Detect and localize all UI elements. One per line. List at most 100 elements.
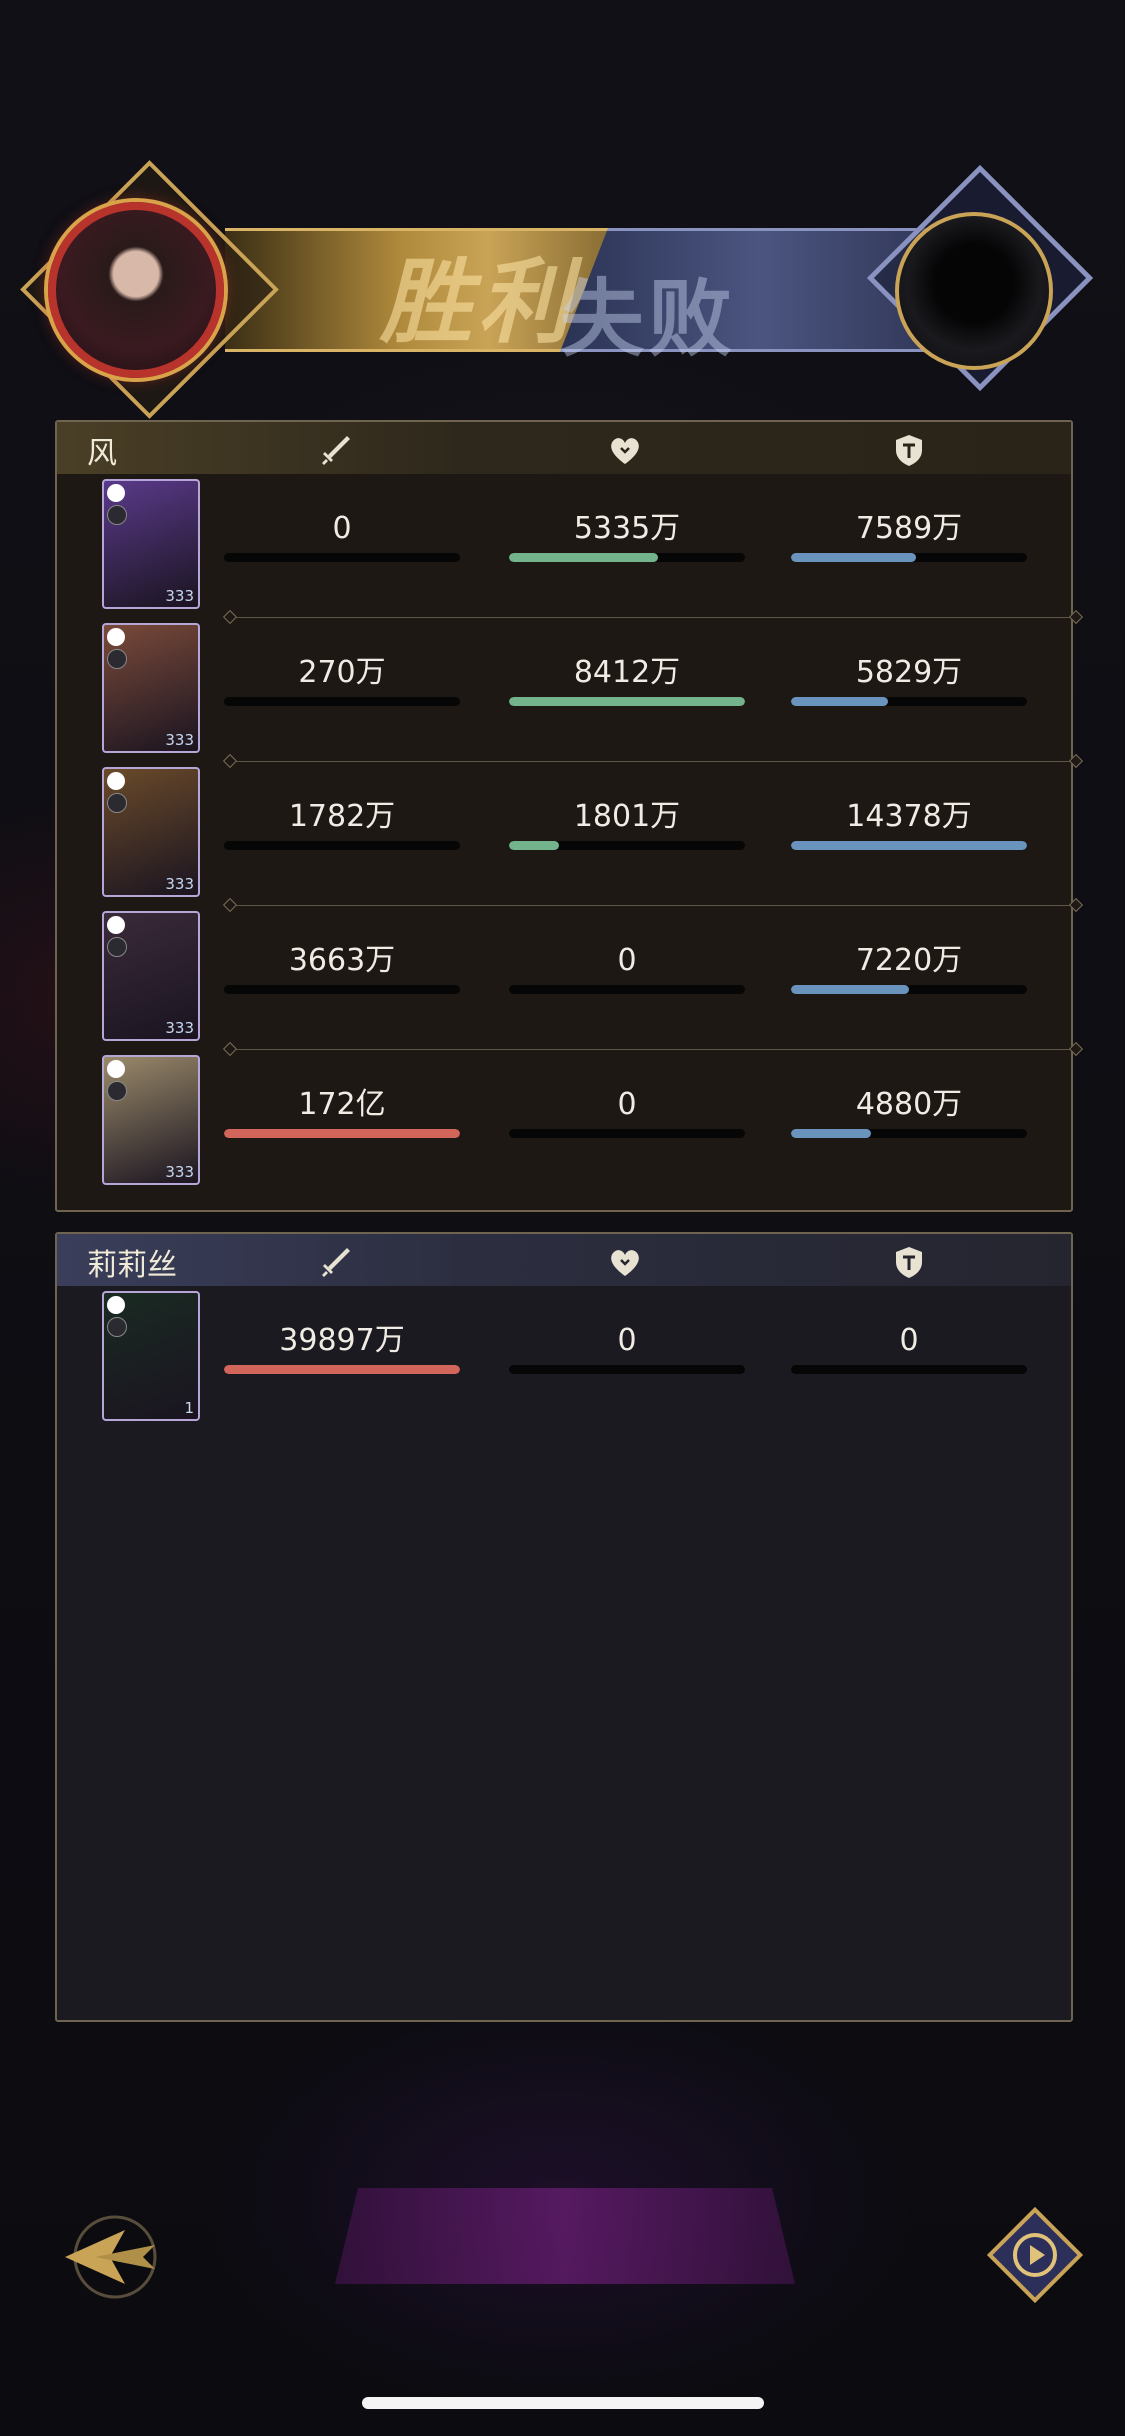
defense-stat-bar (791, 841, 1027, 850)
defense-stat-bar (791, 1365, 1027, 1374)
hero-row: 1 39897万 0 0 (57, 1291, 1071, 1423)
hero-row: 333 172亿 0 4880万 (57, 1055, 1071, 1187)
shield-icon (891, 432, 927, 468)
defense-stat: 5829万 (791, 653, 1027, 706)
attack-stat-value: 1782万 (288, 799, 396, 834)
defense-stat-value: 0 (899, 1323, 919, 1358)
team-b-name: 莉莉丝 (87, 1248, 177, 1283)
attack-stat-bar (224, 1365, 460, 1374)
opponent-avatar[interactable] (895, 212, 1053, 370)
hero-row: 333 3663万 0 7220万 (57, 911, 1071, 1043)
heal-stat-bar-fill (509, 553, 658, 562)
attack-stat-bar (224, 697, 460, 706)
defeat-text: 失败 (560, 269, 737, 368)
hero-level: 333 (165, 731, 194, 749)
heal-stat-value: 0 (617, 943, 637, 978)
attack-stat-value: 172亿 (298, 1087, 386, 1122)
attack-stat-value: 270万 (298, 655, 386, 690)
heal-stat-value: 0 (617, 1087, 637, 1122)
defense-stat-value: 4880万 (855, 1087, 963, 1122)
sword-icon (317, 1244, 353, 1280)
attack-stat-bar (224, 1129, 460, 1138)
defense-stat-value: 7220万 (855, 943, 963, 978)
team-b-header: 莉莉丝 (57, 1234, 1071, 1286)
row-divider (229, 905, 1077, 906)
defense-stat-bar-fill (791, 841, 1027, 850)
player-avatar[interactable] (48, 202, 224, 378)
attack-stat-value: 3663万 (288, 943, 396, 978)
hero-card[interactable]: 1 (102, 1291, 200, 1421)
heal-stat-value: 1801万 (573, 799, 681, 834)
heal-stat-bar (509, 697, 745, 706)
heal-stat: 5335万 (509, 509, 745, 562)
hero-card[interactable]: 333 (102, 623, 200, 753)
rarity-icon (107, 1060, 125, 1078)
rarity-icon (107, 916, 125, 934)
attack-stat-bar-fill (224, 1365, 460, 1374)
hero-level: 333 (165, 1019, 194, 1037)
hero-level: 333 (165, 875, 194, 893)
heal-stat-bar (509, 553, 745, 562)
class-icon (107, 1081, 127, 1101)
sword-icon (317, 432, 353, 468)
heal-stat-value: 0 (617, 1323, 637, 1358)
back-button[interactable] (55, 2200, 170, 2315)
rarity-icon (107, 628, 125, 646)
team-a-stats-panel: 风 333 0 5335万 7589万 333 270万 8412万 5829万 333 1782… (55, 420, 1077, 1212)
attack-stat: 0 (224, 509, 460, 562)
defense-stat: 0 (791, 1321, 1027, 1374)
rarity-icon (107, 484, 125, 502)
heal-stat: 0 (509, 1085, 745, 1138)
hero-card[interactable]: 333 (102, 911, 200, 1041)
heal-stat-value: 5335万 (573, 511, 681, 546)
hero-row: 333 0 5335万 7589万 (57, 479, 1071, 611)
heal-stat: 8412万 (509, 653, 745, 706)
class-icon (107, 649, 127, 669)
defense-stat-bar-fill (791, 1129, 872, 1138)
heal-stat: 1801万 (509, 797, 745, 850)
heal-stat-bar (509, 985, 745, 994)
replay-button[interactable] (985, 2205, 1085, 2305)
attack-stat-bar (224, 841, 460, 850)
attack-stat: 270万 (224, 653, 460, 706)
shield-icon (891, 1244, 927, 1280)
heal-stat-bar-fill (509, 841, 559, 850)
attack-stat-bar (224, 985, 460, 994)
heart-icon (607, 432, 643, 468)
defense-stat-bar (791, 985, 1027, 994)
heal-stat-bar (509, 1129, 745, 1138)
heal-stat: 0 (509, 941, 745, 994)
attack-stat: 172亿 (224, 1085, 460, 1138)
hero-level: 1 (184, 1399, 194, 1417)
attack-stat-value: 0 (332, 511, 352, 546)
hero-level: 333 (165, 1163, 194, 1181)
heal-stat-bar (509, 841, 745, 850)
victory-text: 胜利 (380, 248, 577, 356)
replay-icon (986, 2206, 1084, 2304)
attack-stat: 3663万 (224, 941, 460, 994)
row-divider (229, 761, 1077, 762)
heal-stat: 0 (509, 1321, 745, 1374)
attack-stat: 1782万 (224, 797, 460, 850)
defense-stat-bar (791, 697, 1027, 706)
hero-card[interactable]: 333 (102, 479, 200, 609)
class-icon (107, 1317, 127, 1337)
defense-stat: 7220万 (791, 941, 1027, 994)
result-banner: 胜利 失败 (20, 160, 1095, 419)
hero-row: 333 270万 8412万 5829万 (57, 623, 1071, 755)
hero-card[interactable]: 333 (102, 767, 200, 897)
rarity-icon (107, 1296, 125, 1314)
hero-level: 333 (165, 587, 194, 605)
defense-stat-value: 14378万 (846, 799, 972, 834)
defense-stat-value: 5829万 (855, 655, 963, 690)
defense-stat: 14378万 (791, 797, 1027, 850)
attack-stat-bar-fill (224, 1129, 460, 1138)
attack-stat-value: 39897万 (279, 1323, 405, 1358)
class-icon (107, 793, 127, 813)
home-indicator[interactable] (362, 2397, 764, 2409)
row-divider (229, 617, 1077, 618)
continue-button-blurred[interactable] (335, 2188, 795, 2284)
hero-card[interactable]: 333 (102, 1055, 200, 1185)
team-b-stats-panel: 莉莉丝 1 39897万 0 0 (55, 1232, 1073, 2022)
defense-stat: 7589万 (791, 509, 1027, 562)
